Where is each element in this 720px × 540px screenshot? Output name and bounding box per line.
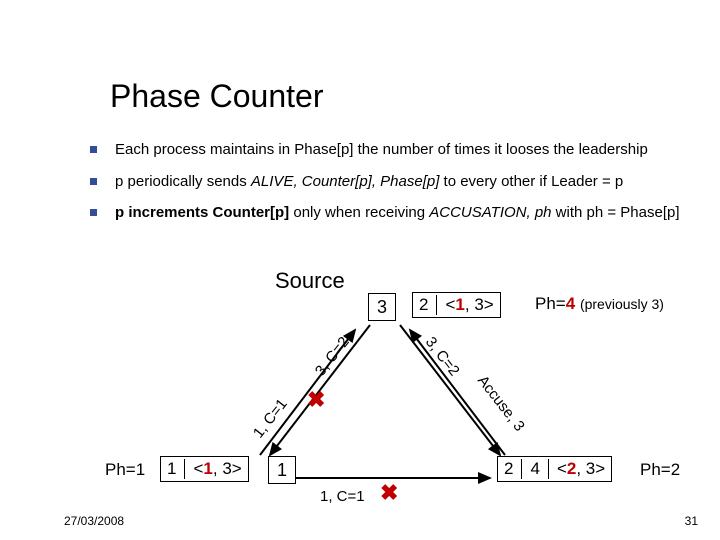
pair-extra: 4 bbox=[530, 459, 539, 479]
bullet-icon bbox=[90, 178, 97, 185]
tuple-bold: 1 bbox=[203, 459, 212, 478]
edge-label-tr: 3, C=2 bbox=[422, 334, 463, 380]
text-fragment: ALIVE, Counter[p], Phase[p] bbox=[251, 173, 439, 190]
pair-count: 2 bbox=[419, 295, 428, 315]
slide-title: Phase Counter bbox=[110, 78, 323, 115]
edge-label-b: 1, C=1 bbox=[320, 488, 365, 505]
node-left-ph: Ph=1 bbox=[105, 460, 145, 480]
text-fragment: with ph = Phase[p] bbox=[552, 204, 680, 221]
pair-divider bbox=[184, 459, 185, 479]
text-fragment: only when receiving bbox=[289, 204, 429, 221]
tuple-bold: 2 bbox=[567, 459, 576, 478]
node-right-bottom-pair: 2 4 <2, 3> bbox=[497, 456, 612, 482]
node-right-bottom-ph: Ph=2 bbox=[640, 460, 680, 480]
pair-tuple: <1, 3> bbox=[193, 459, 241, 479]
source-label: Source bbox=[275, 268, 345, 294]
bullet-icon bbox=[90, 146, 97, 153]
bullet-1-text: Each process maintains in Phase[p] the n… bbox=[115, 140, 700, 160]
text-fragment: ACCUSATION, ph bbox=[429, 204, 551, 221]
diagram: Source 3 2 <1, 3> Ph=4 (previously 3) 3,… bbox=[0, 0, 720, 540]
node-bottom-center: 1 bbox=[268, 456, 296, 484]
edge-label-l: 1, C=1 bbox=[250, 396, 291, 442]
text-fragment: (previously 3) bbox=[580, 296, 664, 312]
bullet-2-text: p periodically sends ALIVE, Counter[p], … bbox=[115, 172, 700, 192]
edge-label-r: Accuse, 3 bbox=[474, 372, 528, 434]
text-fragment: to every other if Leader = p bbox=[439, 173, 623, 190]
pair-count: 2 bbox=[504, 459, 513, 479]
node-left-pair: 1 <1, 3> bbox=[160, 456, 249, 482]
node-right-top-pair: 2 <1, 3> bbox=[412, 292, 501, 318]
footer-page-number: 31 bbox=[685, 514, 698, 528]
pair-divider bbox=[521, 459, 522, 479]
pair-count: 1 bbox=[167, 459, 176, 479]
bullet-icon bbox=[90, 209, 97, 216]
bullet-3: p increments Counter[p] only when receiv… bbox=[90, 203, 700, 223]
cross-icon: ✖ bbox=[307, 387, 325, 413]
pair-divider bbox=[436, 295, 437, 315]
text-fragment: 4 bbox=[566, 294, 575, 313]
bullet-2: p periodically sends ALIVE, Counter[p], … bbox=[90, 172, 700, 192]
bullet-list: Each process maintains in Phase[p] the n… bbox=[90, 140, 700, 235]
text-fragment: p increments Counter[p] bbox=[115, 204, 289, 221]
cross-icon: ✖ bbox=[380, 480, 398, 506]
diagram-svg bbox=[0, 0, 720, 540]
pair-tuple: <1, 3> bbox=[445, 295, 493, 315]
bullet-3-text: p increments Counter[p] only when receiv… bbox=[115, 203, 700, 223]
node-top: 3 bbox=[368, 293, 396, 321]
bullet-1: Each process maintains in Phase[p] the n… bbox=[90, 140, 700, 160]
pair-divider bbox=[548, 459, 549, 479]
edge-label-tl: 3, C=2 bbox=[312, 334, 353, 380]
node-right-top-ph: Ph=4 (previously 3) bbox=[535, 294, 664, 314]
text-fragment: Ph= bbox=[535, 294, 566, 313]
tuple-bold: 1 bbox=[455, 295, 464, 314]
pair-tuple: <2, 3> bbox=[557, 459, 605, 479]
footer-date: 27/03/2008 bbox=[64, 514, 124, 528]
text-fragment: p periodically sends bbox=[115, 173, 251, 190]
